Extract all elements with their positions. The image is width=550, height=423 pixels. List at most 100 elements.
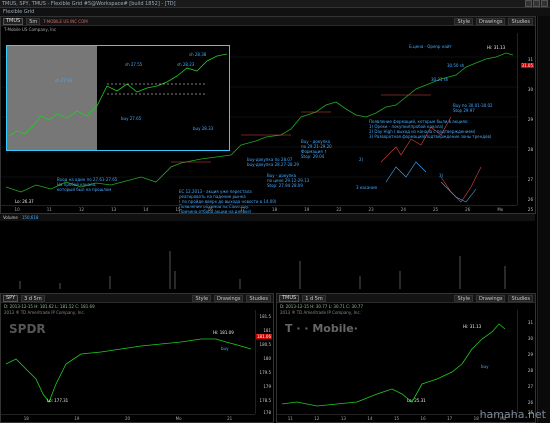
y-tick: 25 bbox=[527, 207, 533, 212]
y-tick: 180 bbox=[263, 356, 271, 361]
annotation-wave: 3) bbox=[439, 173, 444, 178]
spy-hi: Hi: 181.09 bbox=[213, 330, 234, 335]
minimize-button[interactable] bbox=[525, 0, 532, 7]
x-tick: 14 bbox=[367, 416, 373, 421]
annotation-buy-2765: buy 27.65 bbox=[121, 116, 142, 121]
annotation-sh-2823: sh 28.23 bbox=[177, 62, 195, 67]
x-tick: 21 bbox=[227, 416, 233, 421]
y-tick: 30 bbox=[527, 87, 533, 92]
inset-chart bbox=[8, 53, 228, 137]
x-tick: 18 bbox=[473, 416, 479, 421]
x-tick: 11 bbox=[287, 416, 293, 421]
annotation-sh-2793: sh 27.93 bbox=[55, 78, 73, 83]
menubar: Flexible Grid bbox=[0, 8, 550, 16]
x-tick: 23 bbox=[368, 207, 374, 212]
spy-x-axis: 18 19 20 Mo 21 bbox=[1, 414, 255, 422]
annotation-formation: 3 касания bbox=[356, 185, 377, 190]
tmus-price-chart bbox=[281, 323, 506, 407]
y-tick: 26 bbox=[527, 400, 533, 405]
annotation-sh-3021: 30.21 sh bbox=[431, 77, 449, 82]
tmus-hi: Hi: 31.13 bbox=[463, 324, 482, 329]
x-tick: 10 bbox=[14, 207, 20, 212]
x-tick: 26 bbox=[465, 207, 471, 212]
x-tick: 19 bbox=[304, 207, 310, 212]
y-tick: 28 bbox=[527, 147, 533, 152]
x-tick: 12 bbox=[78, 207, 85, 212]
x-tick: 16 bbox=[420, 416, 426, 421]
zoom-inset-box: sh 27.93 sh 27.55 sh 28.23 sh 28.38 buy … bbox=[6, 45, 230, 151]
close-button[interactable] bbox=[541, 0, 548, 7]
main-chart-panel: TMUS 5m T-MOBILE US INC COM Style Drawin… bbox=[0, 16, 536, 214]
y-tick: 179 bbox=[263, 384, 271, 389]
annotation-hi-3113: Hi: 31.13 bbox=[487, 45, 506, 50]
y-tick: 30 bbox=[527, 336, 533, 341]
annotation-note-2: 2) bbox=[359, 157, 364, 162]
x-tick: 13 bbox=[340, 416, 346, 421]
annotation-sh-2755: sh 27.55 bbox=[125, 62, 143, 67]
volume-value: 150,618 bbox=[21, 215, 39, 220]
watermark: hamaha.net bbox=[479, 408, 546, 421]
y-tick: 179.5 bbox=[259, 370, 271, 375]
spy-chart-panel: SPY 3 d 5m Style Drawings Studies D: 201… bbox=[0, 293, 274, 423]
x-tick: 25 bbox=[432, 207, 439, 212]
x-tick: 18 bbox=[23, 416, 29, 421]
y-tick: 178.5 bbox=[259, 398, 271, 403]
x-tick: 19 bbox=[74, 416, 80, 421]
y-tick: 28 bbox=[527, 368, 533, 373]
spy-y-axis: 181.5 181 180.5 180 179.5 179 178.5 178 … bbox=[255, 310, 273, 415]
volume-label: Volume bbox=[3, 215, 18, 220]
annotation-buy-2921: Buy - докупка по 29.21-29.20 Формация ↑ … bbox=[301, 139, 332, 159]
annotation-buy-2833: buy 28.33 bbox=[193, 126, 214, 131]
x-tick: 15 bbox=[175, 207, 181, 212]
annotation-sh-3050: 30.50 sh bbox=[447, 63, 465, 68]
tmus-chart-panel: TMUS 1 d 5m Style Drawings Studies D: 20… bbox=[276, 293, 536, 423]
maximize-button[interactable] bbox=[533, 0, 540, 7]
x-tick: 17 bbox=[239, 207, 245, 212]
annotation-buy-3001: Buy по 30.01-30.02 Stop 29.97 bbox=[453, 103, 493, 113]
spy-buy: buy bbox=[221, 346, 229, 351]
window-titlebar: TMUS, SPY, TMUS - Flexible Grid #5@Works… bbox=[0, 0, 550, 8]
y-tick: 27 bbox=[527, 177, 533, 182]
annotation-sh-2838: sh 28.38 bbox=[189, 52, 207, 57]
y-tick: 29 bbox=[527, 352, 533, 357]
y-tick: 180.5 bbox=[259, 342, 271, 347]
annotation-buy-levels: buy-докупка по 28.07 buy-докупка 28.27-2… bbox=[247, 157, 299, 167]
tmus-lo: Lo: 25.31 bbox=[407, 398, 426, 403]
annotation-low-start: Lo: 26.37 bbox=[15, 199, 34, 204]
x-tick: 11 bbox=[46, 207, 52, 212]
x-tick: 14 bbox=[143, 207, 149, 212]
y-tick: 31 bbox=[527, 320, 533, 325]
x-tick: Mo bbox=[175, 416, 182, 421]
x-tick: 15 bbox=[393, 416, 400, 421]
spy-price-badge: 181.06 bbox=[256, 334, 272, 339]
x-tick: 13 bbox=[111, 207, 117, 212]
window-controls bbox=[525, 0, 548, 7]
main-x-axis: 10 11 12 13 14 15 16 17 18 19 22 23 24 2… bbox=[1, 205, 517, 213]
y-tick: 181.5 bbox=[259, 314, 271, 319]
x-tick: 17 bbox=[447, 416, 453, 421]
x-tick: 24 bbox=[400, 207, 406, 212]
annotation-open: Б.цена - Openр найт bbox=[409, 44, 452, 49]
x-tick: 20 bbox=[125, 416, 131, 421]
x-tick: 22 bbox=[336, 207, 342, 212]
y-tick: 181 bbox=[263, 328, 271, 333]
spy-lo: Lo: 177.31 bbox=[47, 398, 69, 403]
x-tick: 16 bbox=[207, 207, 213, 212]
tmus-buy: buy bbox=[481, 364, 489, 369]
annotation-entry-note: Вход на один по 27.61-27.65 На пробой ка… bbox=[57, 177, 118, 192]
x-tick: 12 bbox=[314, 416, 320, 421]
volume-bar: Volume 150,618 bbox=[0, 213, 535, 221]
spy-price-chart bbox=[5, 338, 252, 403]
y-tick: 26 bbox=[527, 197, 533, 202]
grid-menu[interactable]: Flexible Grid bbox=[3, 9, 34, 15]
y-tick: 31 bbox=[527, 57, 533, 62]
x-tick: Mo bbox=[497, 207, 504, 212]
y-tick: 178 bbox=[263, 410, 271, 415]
main-y-axis: 31 30 29 28 27 26 25 31.05 bbox=[517, 33, 535, 212]
annotation-right-list: Появление формаций, которые были в акция… bbox=[369, 119, 492, 139]
y-tick: 29 bbox=[527, 117, 533, 122]
tmus-y-axis: 31 30 29 28 27 26 25 bbox=[517, 310, 535, 415]
x-tick: 18 bbox=[272, 207, 278, 212]
right-scrollbar[interactable] bbox=[537, 16, 550, 423]
volume-chart bbox=[19, 251, 506, 289]
